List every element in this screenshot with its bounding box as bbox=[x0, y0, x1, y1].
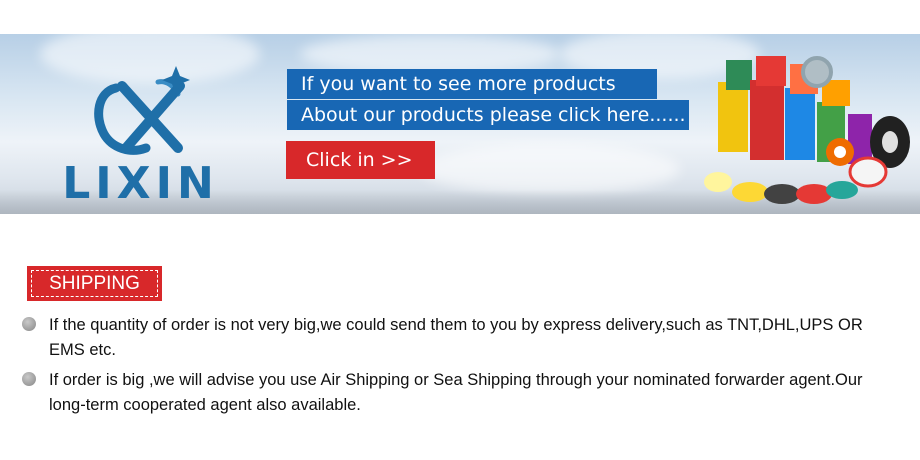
list-item: If order is big ,we will advise you use … bbox=[22, 368, 902, 420]
promo-line-1[interactable]: If you want to see more products bbox=[287, 69, 657, 99]
bullet-dot-icon bbox=[22, 372, 36, 386]
click-in-button[interactable]: Click in >> bbox=[286, 141, 435, 179]
bullet-dot-icon bbox=[22, 317, 36, 331]
cloud bbox=[300, 34, 560, 74]
promo-line-2[interactable]: About our products please click here....… bbox=[287, 100, 689, 130]
logo-emblem-icon bbox=[94, 66, 190, 155]
brand-logo: LIXIN bbox=[38, 56, 243, 206]
shipping-bullet-text: If the quantity of order is not very big… bbox=[49, 316, 863, 359]
list-item: If the quantity of order is not very big… bbox=[22, 313, 902, 365]
brand-name: LIXIN bbox=[62, 158, 219, 209]
shipping-tag-label: SHIPPING bbox=[31, 270, 158, 297]
cloud bbox=[420, 144, 680, 194]
shipping-bullet-text: If order is big ,we will advise you use … bbox=[49, 371, 863, 414]
tape-rolls-image bbox=[704, 56, 910, 204]
promo-banner[interactable]: LIXIN If you want to see more products A… bbox=[0, 34, 920, 214]
shipping-tag: SHIPPING bbox=[27, 266, 162, 301]
